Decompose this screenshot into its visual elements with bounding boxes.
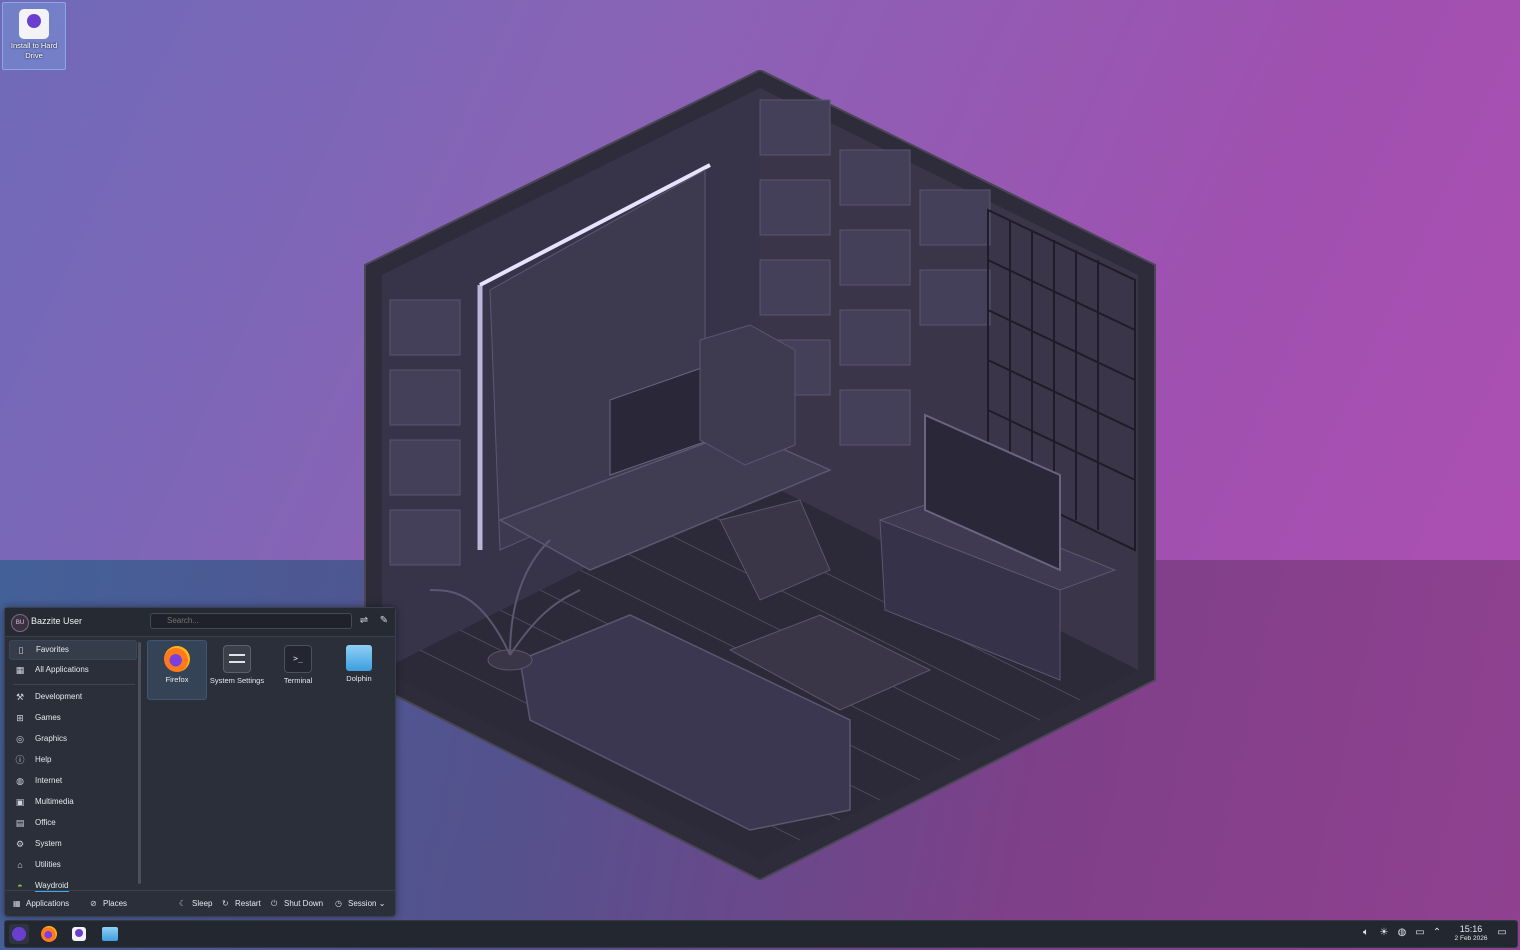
document-icon: ▤ xyxy=(15,818,25,828)
app-label: Firefox xyxy=(165,675,189,684)
username: Bazzite User xyxy=(31,616,83,626)
sidebar-item-label: Favorites xyxy=(36,645,69,654)
grid-icon: ▦ xyxy=(13,899,21,908)
button-label: Session xyxy=(348,899,377,908)
folder-icon xyxy=(346,645,372,671)
terminal-icon: >_ xyxy=(284,645,312,673)
sidebar-item-label: Multimedia xyxy=(35,797,74,806)
globe-icon: ◍ xyxy=(16,776,24,786)
firefox-icon xyxy=(164,646,190,672)
avatar[interactable]: BU xyxy=(11,614,29,632)
grid-icon: ▦ xyxy=(15,665,25,675)
desktop-icon-label: Install to Hard Drive xyxy=(10,41,58,60)
taskbar-dolphin[interactable] xyxy=(100,924,120,944)
tab-label: Places xyxy=(103,899,128,908)
chevron-up-icon[interactable]: ⌃ xyxy=(1431,927,1443,939)
wrench-icon: ⚒ xyxy=(15,692,25,702)
sidebar-item-label: Help xyxy=(35,755,52,764)
info-icon: ⓘ xyxy=(15,755,25,765)
clock-date: 2 Feb 2026 xyxy=(1454,935,1488,942)
divider xyxy=(13,684,135,685)
display-icon[interactable]: ▭ xyxy=(1414,927,1426,939)
button-label: Shut Down xyxy=(284,899,324,908)
sidebar-item-utilities[interactable]: ⌂ Utilities xyxy=(9,856,135,874)
install-to-hard-drive-icon-button[interactable]: Install to Hard Drive xyxy=(2,2,66,70)
search-input[interactable] xyxy=(150,613,352,629)
sidebar-item-label: Utilities xyxy=(35,860,61,869)
restart-button[interactable]: ↻ Restart xyxy=(222,899,261,908)
favorite-app-terminal[interactable]: >_ Terminal xyxy=(269,640,327,698)
sidebar-item-multimedia[interactable]: ▣ Multimedia xyxy=(9,793,135,811)
toolbox-icon: ⌂ xyxy=(17,860,23,870)
compass-icon: ⊘ xyxy=(90,899,97,908)
firefox-icon xyxy=(41,926,57,942)
power-icon: ⏻ xyxy=(271,899,278,908)
session-icon: ◷ xyxy=(335,899,342,908)
app-label: System Settings xyxy=(209,676,265,685)
sidebar-item-label: Internet xyxy=(35,776,63,785)
sidebar-scrollbar[interactable] xyxy=(138,642,141,884)
clock-time: 15:16 xyxy=(1459,924,1483,934)
brightness-icon[interactable]: ☀ xyxy=(1378,927,1390,939)
sidebar-item-help[interactable]: ⓘ Help xyxy=(9,751,135,769)
launcher-footer: ▦ Applications ⊘ Places ☾ Sleep ↻ Restart ⏻ S… xyxy=(5,890,395,917)
sidebar-item-label: Games xyxy=(35,713,61,722)
installer-icon xyxy=(19,9,49,39)
applications-tab[interactable]: ▦ Applications xyxy=(13,899,69,908)
app-label: Dolphin xyxy=(346,674,372,683)
favorite-app-dolphin[interactable]: Dolphin xyxy=(330,640,388,698)
app-label: Terminal xyxy=(283,676,313,685)
show-desktop-icon[interactable]: ▭ xyxy=(1496,927,1508,939)
configure-icon[interactable]: ⇌ xyxy=(358,615,370,627)
moon-icon: ☾ xyxy=(179,899,187,908)
sidebar-item-label: All Applications xyxy=(35,665,89,674)
sidebar-item-label: Development xyxy=(35,692,83,701)
sidebar-item-internet[interactable]: ◍ Internet xyxy=(9,772,135,790)
sidebar-item-system[interactable]: ⚙ System xyxy=(9,835,135,853)
favorite-app-system-settings[interactable]: System Settings xyxy=(208,640,266,698)
shutdown-button[interactable]: ⏻ Shut Down xyxy=(271,899,323,909)
bazzite-logo-icon xyxy=(12,927,26,941)
palette-icon: ◎ xyxy=(16,734,24,744)
sidebar-item-office[interactable]: ▤ Office xyxy=(9,814,135,832)
taskbar-firefox[interactable] xyxy=(39,924,59,944)
sidebar-item-games[interactable]: ⊞ Games xyxy=(9,709,135,727)
settings-icon xyxy=(223,645,251,673)
folder-icon xyxy=(102,927,118,941)
restart-icon: ↻ xyxy=(222,899,229,908)
sidebar-item-development[interactable]: ⚒ Development xyxy=(9,688,135,706)
sidebar-item-label: Graphics xyxy=(35,734,68,743)
places-tab[interactable]: ⊘ Places xyxy=(90,899,127,908)
pin-icon[interactable]: ✎ xyxy=(378,615,390,627)
sidebar-item-all-applications[interactable]: ▦ All Applications xyxy=(9,661,135,679)
wallpaper-room-illustration xyxy=(364,70,1156,880)
volume-icon[interactable]: 🔈︎ xyxy=(1360,927,1372,939)
launcher-button[interactable] xyxy=(9,924,29,944)
favorite-app-firefox[interactable]: Firefox xyxy=(147,640,207,700)
taskbar: 🔈︎ ☀ ◍ ▭ ⌃ 15:16 2 Feb 2026 ▭ xyxy=(4,920,1518,948)
gamepad-icon: ⊞ xyxy=(16,713,24,723)
tab-label: Applications xyxy=(26,899,70,908)
taskbar-installer[interactable] xyxy=(69,924,89,944)
network-icon[interactable]: ◍ xyxy=(1396,927,1408,939)
launcher-header: BU Bazzite User ⇌ ✎ xyxy=(5,608,395,637)
installer-icon xyxy=(72,927,86,941)
sidebar-item-label: System xyxy=(35,839,62,848)
clock[interactable]: 15:16 2 Feb 2026 xyxy=(1447,924,1495,943)
button-label: Sleep xyxy=(192,899,213,908)
sidebar-item-graphics[interactable]: ◎ Graphics xyxy=(9,730,135,748)
bookmark-icon: ▯ xyxy=(18,645,24,655)
session-button[interactable]: ◷ Session ⌄ xyxy=(335,899,385,908)
monitor-play-icon: ▣ xyxy=(15,797,25,807)
button-label: Restart xyxy=(235,899,261,908)
gear-icon: ⚙ xyxy=(15,839,25,849)
chevron-down-icon: ⌄ xyxy=(378,899,386,908)
sidebar-item-favorites[interactable]: ▯ Favorites xyxy=(9,640,137,660)
sleep-button[interactable]: ☾ Sleep xyxy=(179,899,212,908)
category-sidebar: ▯ Favorites ▦ All Applications ⚒ Develop… xyxy=(9,640,137,892)
application-launcher: BU Bazzite User ⇌ ✎ ▯ Favorites ▦ All Ap… xyxy=(4,607,396,917)
desktop: Install to Hard Drive BU Bazzite User ⇌ … xyxy=(0,0,1520,950)
sidebar-item-label: Office xyxy=(35,818,56,827)
